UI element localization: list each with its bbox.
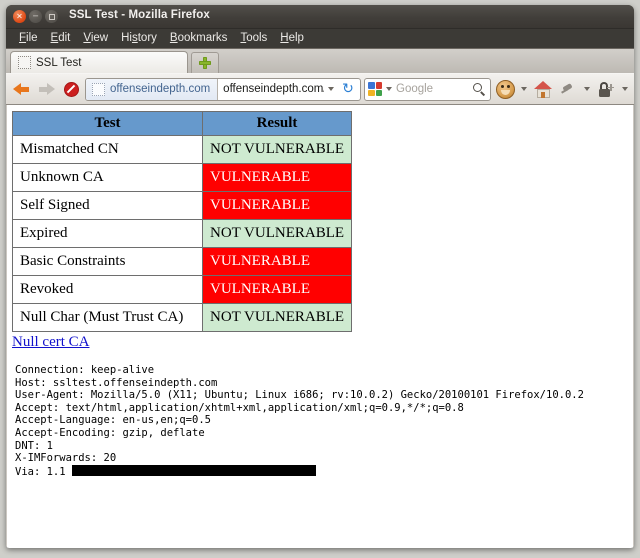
chevron-down-icon — [584, 87, 590, 91]
site-identity-button[interactable]: offenseindepth.com — [86, 78, 219, 100]
reload-icon: ↻ — [342, 81, 354, 97]
ssl-results-table: Test Result Mismatched CN NOT VULNERABLE U… — [12, 111, 353, 332]
column-header-test: Test — [12, 111, 203, 136]
chevron-down-icon — [328, 87, 334, 91]
plus-icon — [199, 57, 211, 69]
tamper-data-dropdown-button[interactable] — [582, 78, 592, 100]
stop-button[interactable] — [60, 78, 82, 100]
menu-view[interactable]: View — [77, 31, 114, 46]
table-row: Mismatched CN NOT VULNERABLE — [12, 135, 353, 164]
cell-result-vuln: VULNERABLE — [201, 191, 353, 220]
reload-button[interactable]: ↻ — [338, 79, 360, 100]
cell-test-name: Basic Constraints — [12, 247, 203, 276]
table-body: Mismatched CN NOT VULNERABLE Unknown CA VUL… — [12, 135, 353, 332]
menu-history[interactable]: History — [115, 31, 163, 46]
minimize-icon: − — [32, 11, 39, 20]
maximize-window-button[interactable] — [45, 10, 58, 23]
search-icon[interactable] — [473, 82, 486, 96]
firebug-button[interactable] — [494, 78, 516, 100]
back-button[interactable] — [10, 78, 32, 100]
cell-test-name: Unknown CA — [12, 163, 203, 192]
home-button[interactable] — [532, 78, 554, 100]
site-identity-label: offenseindepth.com — [110, 83, 211, 95]
request-headers-block: Connection: keep-alive Host: ssltest.off… — [15, 364, 633, 478]
menu-help[interactable]: Help — [274, 31, 310, 46]
address-bar[interactable]: offenseindepth.com offenseindepth.com/ ↻ — [85, 77, 361, 101]
table-row: Basic Constraints VULNERABLE — [12, 247, 353, 276]
wrench-icon — [560, 81, 576, 97]
url-dropdown-button[interactable] — [324, 79, 338, 100]
menu-bookmarks[interactable]: Bookmarks — [164, 31, 234, 46]
arrow-left-icon — [12, 82, 30, 96]
menu-edit[interactable]: Edit — [45, 31, 77, 46]
noscript-dropdown-button[interactable] — [620, 78, 630, 100]
menu-file[interactable]: File — [13, 31, 44, 46]
noscript-button[interactable] — [595, 78, 617, 100]
forward-button[interactable] — [35, 78, 57, 100]
menu-tools[interactable]: Tools — [234, 31, 273, 46]
tab-ssl-test[interactable]: SSL Test — [10, 51, 188, 73]
home-icon — [533, 80, 553, 98]
url-input[interactable]: offenseindepth.com/ — [218, 79, 324, 100]
search-input[interactable]: Google — [396, 83, 469, 95]
tab-strip: SSL Test — [6, 48, 634, 73]
screen: × − SSL Test - Mozilla Firefox File Edit… — [0, 0, 640, 558]
new-tab-button[interactable] — [191, 52, 219, 73]
window-controls: × − — [13, 10, 58, 23]
column-header-result: Result — [201, 111, 353, 136]
maximize-icon — [48, 13, 55, 20]
cell-test-name: Revoked — [12, 275, 203, 304]
request-headers-text: Connection: keep-alive Host: ssltest.off… — [15, 364, 584, 478]
search-engine-dropdown-icon[interactable] — [386, 87, 392, 91]
cell-result-safe: NOT VULNERABLE — [201, 303, 353, 332]
navigation-toolbar: offenseindepth.com offenseindepth.com/ ↻… — [6, 73, 634, 105]
chevron-down-icon — [622, 87, 628, 91]
arrow-right-icon — [38, 82, 55, 96]
close-window-button[interactable]: × — [13, 10, 26, 23]
monkey-icon — [495, 79, 515, 99]
site-favicon-icon — [92, 82, 105, 96]
chevron-down-icon — [521, 87, 527, 91]
table-row: Revoked VULNERABLE — [12, 275, 353, 304]
window-title: SSL Test - Mozilla Firefox — [69, 9, 210, 21]
firebug-dropdown-button[interactable] — [519, 78, 529, 100]
null-cert-ca-link[interactable]: Null cert CA — [12, 334, 89, 351]
cell-test-name: Mismatched CN — [12, 135, 203, 164]
tab-favicon-icon — [18, 56, 31, 69]
cell-test-name: Null Char (Must Trust CA) — [12, 303, 203, 332]
menubar: File Edit View History Bookmarks Tools H… — [6, 29, 634, 48]
titlebar: × − SSL Test - Mozilla Firefox — [6, 5, 634, 29]
tamper-data-button[interactable] — [557, 78, 579, 100]
table-header-row: Test Result — [12, 111, 353, 136]
cell-result-vuln: VULNERABLE — [201, 247, 353, 276]
cell-result-vuln: VULNERABLE — [201, 275, 353, 304]
lock-icon — [598, 81, 614, 98]
google-icon — [368, 82, 382, 96]
table-row: Unknown CA VULNERABLE — [12, 163, 353, 192]
tab-label: SSL Test — [36, 56, 82, 69]
cell-result-safe: NOT VULNERABLE — [201, 219, 353, 248]
monkey-mouth — [500, 89, 510, 95]
browser-window: × − SSL Test - Mozilla Firefox File Edit… — [6, 5, 634, 548]
cell-test-name: Self Signed — [12, 191, 203, 220]
cell-test-name: Expired — [12, 219, 203, 248]
table-row: Expired NOT VULNERABLE — [12, 219, 353, 248]
minimize-window-button[interactable]: − — [29, 10, 42, 23]
cell-result-vuln: VULNERABLE — [201, 163, 353, 192]
search-bar[interactable]: Google — [364, 77, 491, 101]
table-row: Self Signed VULNERABLE — [12, 191, 353, 220]
stop-icon — [63, 81, 79, 97]
table-row: Null Char (Must Trust CA) NOT VULNERABLE — [12, 303, 353, 332]
close-icon: × — [16, 11, 23, 20]
redaction-bar — [71, 464, 316, 476]
cell-result-safe: NOT VULNERABLE — [201, 135, 353, 164]
page-content: Test Result Mismatched CN NOT VULNERABLE U… — [6, 105, 634, 548]
